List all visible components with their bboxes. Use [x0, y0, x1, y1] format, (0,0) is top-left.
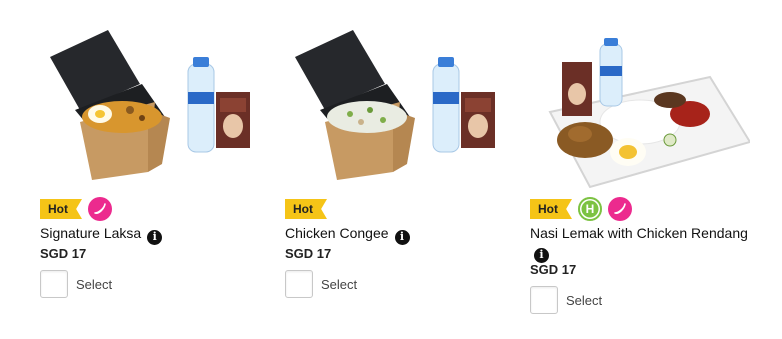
meal-image-nasi-lemak — [548, 38, 750, 189]
meal-name-text: Signature Laksa — [40, 225, 142, 241]
meal-name: Chicken Congee i — [285, 224, 515, 245]
select-checkbox[interactable] — [40, 270, 68, 298]
meal-name-text: Nasi Lemak with Chicken Rendang — [530, 225, 748, 241]
select-label: Select — [566, 292, 603, 308]
meal-name-text: Chicken Congee — [285, 225, 389, 241]
halal-icon: H — [578, 197, 602, 221]
hot-badge: Hot — [530, 199, 572, 219]
info-icon[interactable]: i — [394, 229, 410, 245]
select-label: Select — [76, 276, 113, 292]
badge-row: Hot — [285, 196, 333, 222]
meal-price: SGD 17 — [40, 246, 87, 261]
select-checkbox[interactable] — [530, 286, 558, 314]
badge-row: Hot H — [530, 196, 638, 222]
meal-price: SGD 17 — [285, 246, 332, 261]
chili-pepper-icon — [88, 197, 112, 221]
chili-pepper-icon — [608, 197, 632, 221]
meal-price: SGD 17 — [530, 262, 577, 277]
select-checkbox[interactable] — [285, 270, 313, 298]
select-option-chicken-congee[interactable]: Select — [285, 270, 357, 298]
select-label: Select — [321, 276, 358, 292]
meal-card-nasi-lemak: Hot H Nasi Lemak with Chicken Rendang i S… — [520, 0, 760, 339]
meal-name: Nasi Lemak with Chicken Rendang i — [530, 224, 760, 263]
info-icon[interactable]: i — [147, 229, 163, 245]
meal-card-chicken-congee: Hot Chicken Congee i SGD 17 Select — [275, 0, 515, 339]
meal-image-signature-laksa — [50, 30, 250, 180]
meal-card-signature-laksa: Hot Signature Laksa i SGD 17 Select — [30, 0, 270, 339]
meal-name: Signature Laksa i — [40, 224, 270, 245]
select-option-nasi-lemak[interactable]: Select — [530, 286, 602, 314]
hot-badge: Hot — [285, 199, 327, 219]
meal-image-chicken-congee — [295, 30, 495, 180]
info-icon[interactable]: i — [534, 247, 549, 263]
select-option-signature-laksa[interactable]: Select — [40, 270, 112, 298]
hot-badge: Hot — [40, 199, 82, 219]
badge-row: Hot — [40, 196, 118, 222]
